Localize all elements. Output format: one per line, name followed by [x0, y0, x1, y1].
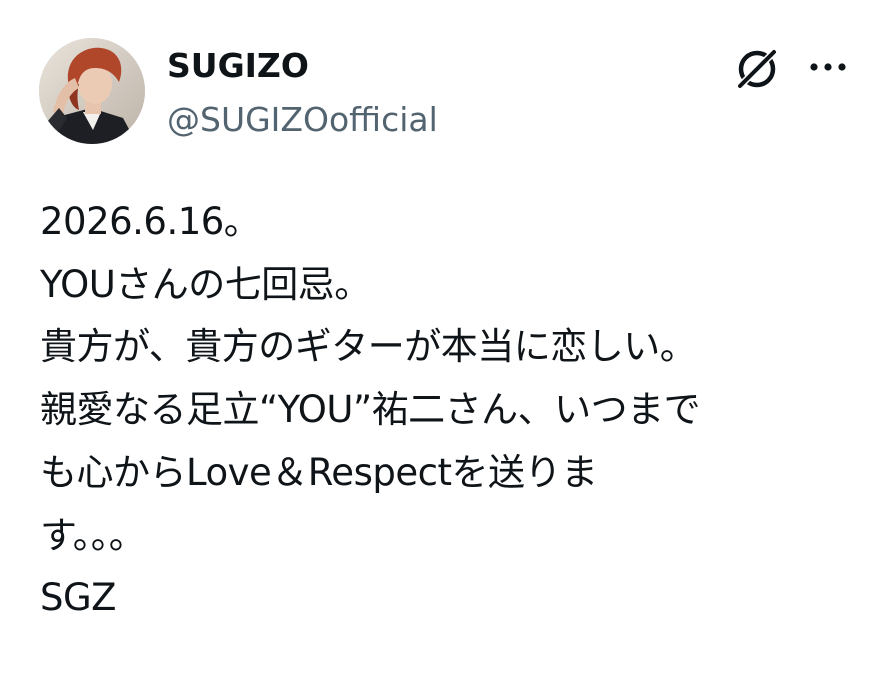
tweet-text: 2026.6.16。 YOUさんの七回忌。 貴方が、貴方のギターが本当に恋しい。…	[40, 191, 860, 630]
tweet-line: SGZ	[40, 576, 117, 620]
tweet-line: も心からLove＆Respectを送りま	[40, 450, 598, 494]
more-options-icon[interactable]	[804, 52, 852, 82]
avatar[interactable]	[39, 38, 145, 144]
author-display-name[interactable]: SUGIZO	[167, 44, 309, 88]
tweet-line: YOUさんの七回忌。	[40, 262, 371, 306]
tweet-line: 貴方が、貴方のギターが本当に恋しい。	[40, 325, 697, 369]
author-handle[interactable]: @SUGIZOofficial	[167, 98, 438, 142]
tweet-line: 親愛なる足立“YOU”祐二さん、いつまで	[40, 388, 701, 432]
tweet-line: す。。。	[40, 513, 146, 557]
profile-photo-icon	[39, 38, 145, 144]
grok-icon[interactable]	[732, 44, 780, 92]
tweet-card: SUGIZO @SUGIZOofficial 2026.6.16。 YOUさんの…	[0, 0, 892, 673]
tweet-line: 2026.6.16。	[40, 200, 261, 243]
